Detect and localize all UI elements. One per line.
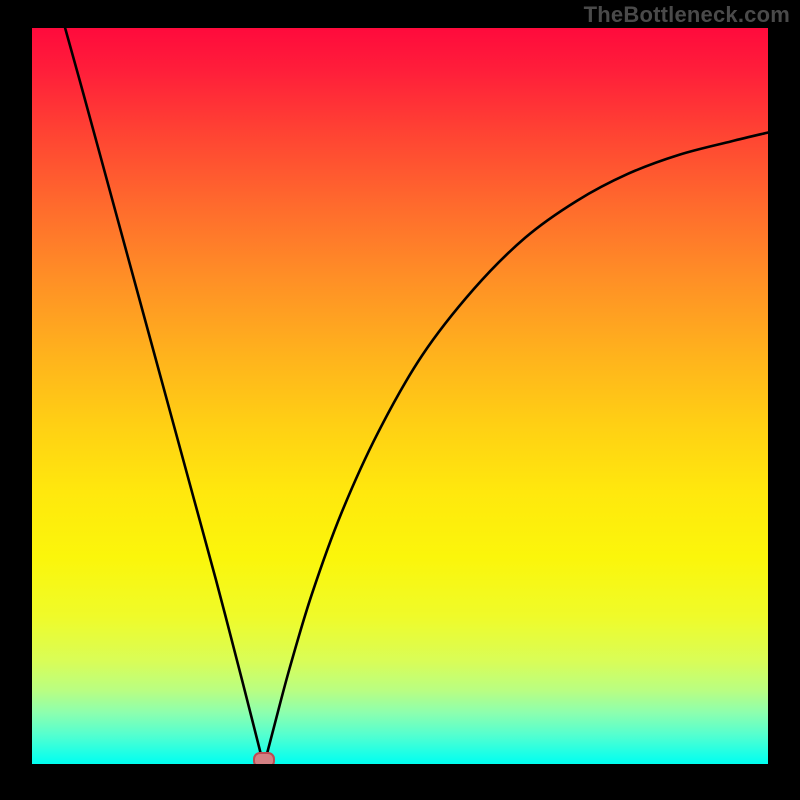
bottleneck-curve <box>32 28 768 764</box>
chart-frame: TheBottleneck.com <box>0 0 800 800</box>
plot-area <box>32 28 768 764</box>
minimum-marker <box>253 752 275 764</box>
attribution-label: TheBottleneck.com <box>584 2 790 28</box>
